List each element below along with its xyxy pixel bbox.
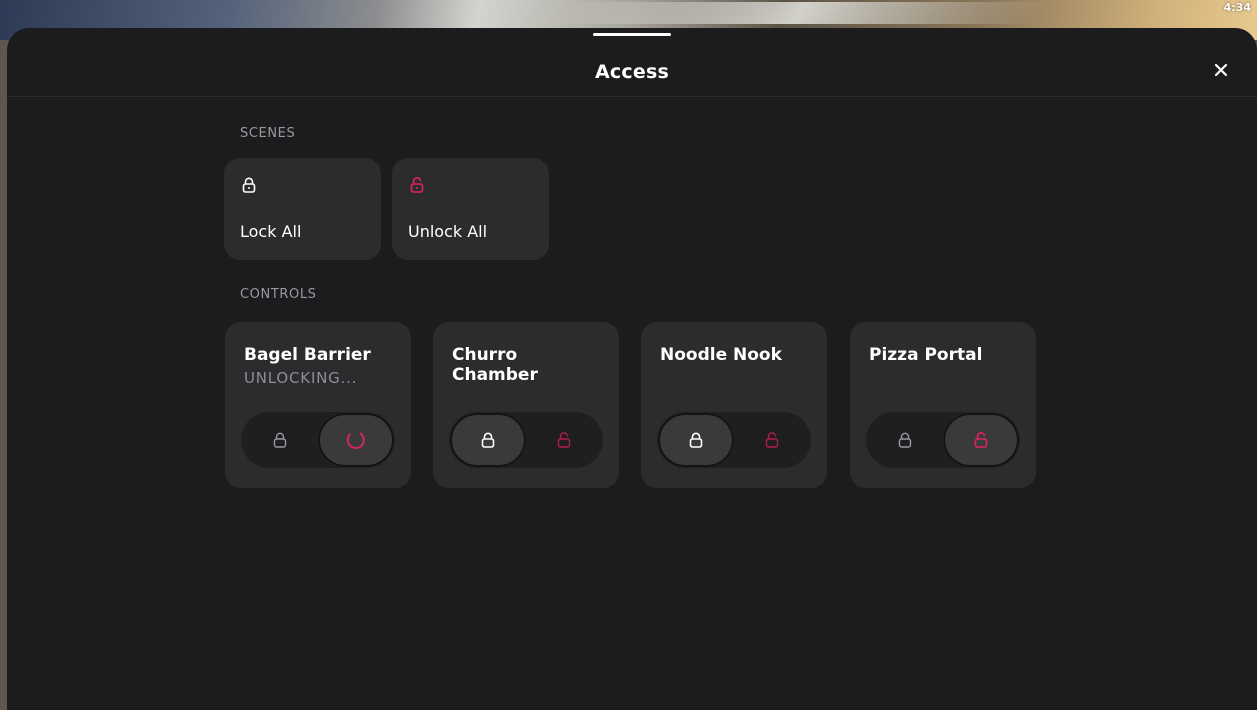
- control-tile-bagel-barrier: Bagel Barrier UNLOCKING...: [225, 322, 411, 488]
- unlock-button[interactable]: [736, 415, 808, 465]
- lock-button[interactable]: [660, 415, 732, 465]
- lock-button[interactable]: [869, 415, 941, 465]
- unlock-icon: [765, 432, 779, 448]
- unlock-icon: [410, 177, 424, 193]
- control-name: Churro Chamber: [452, 345, 538, 385]
- sheet-title: Access: [595, 61, 669, 83]
- lock-icon: [481, 432, 495, 448]
- close-icon: [1214, 63, 1228, 77]
- scene-unlock-all-button[interactable]: Unlock All: [392, 158, 549, 260]
- access-sheet: Access SCENES Lock All Unlock All CONTRO…: [7, 28, 1257, 710]
- lock-icon: [689, 432, 703, 448]
- unlock-button[interactable]: [320, 415, 392, 465]
- close-button[interactable]: [1209, 58, 1233, 82]
- control-tile-noodle-nook: Noodle Nook: [641, 322, 827, 488]
- lock-icon: [242, 177, 256, 193]
- scenes-section-label: SCENES: [240, 126, 296, 141]
- sheet-drag-handle[interactable]: [593, 33, 671, 36]
- control-status: UNLOCKING...: [244, 369, 358, 387]
- lock-icon: [898, 432, 912, 448]
- scene-lock-all-button[interactable]: Lock All: [224, 158, 381, 260]
- scene-label: Unlock All: [408, 222, 488, 241]
- control-name: Bagel Barrier: [244, 345, 371, 365]
- unlock-button[interactable]: [528, 415, 600, 465]
- unlock-icon: [557, 432, 571, 448]
- control-name: Noodle Nook: [660, 345, 782, 365]
- control-name: Pizza Portal: [869, 345, 983, 365]
- unlock-button[interactable]: [945, 415, 1017, 465]
- scene-label: Lock All: [240, 222, 302, 241]
- status-bar-time: 4:34: [1223, 1, 1251, 14]
- lock-toggle: [449, 412, 603, 468]
- lock-toggle: [657, 412, 811, 468]
- controls-section-label: CONTROLS: [240, 287, 317, 302]
- lock-toggle: [866, 412, 1020, 468]
- unlock-icon: [974, 432, 988, 448]
- lock-button[interactable]: [452, 415, 524, 465]
- lock-button[interactable]: [244, 415, 316, 465]
- control-tile-pizza-portal: Pizza Portal: [850, 322, 1036, 488]
- loading-spinner-icon: [346, 432, 365, 449]
- lock-icon: [273, 432, 287, 448]
- header-divider: [7, 96, 1257, 97]
- control-tile-churro-chamber: Churro Chamber: [433, 322, 619, 488]
- lock-toggle: [241, 412, 395, 468]
- wallpaper-light-stripe: [552, 2, 1048, 24]
